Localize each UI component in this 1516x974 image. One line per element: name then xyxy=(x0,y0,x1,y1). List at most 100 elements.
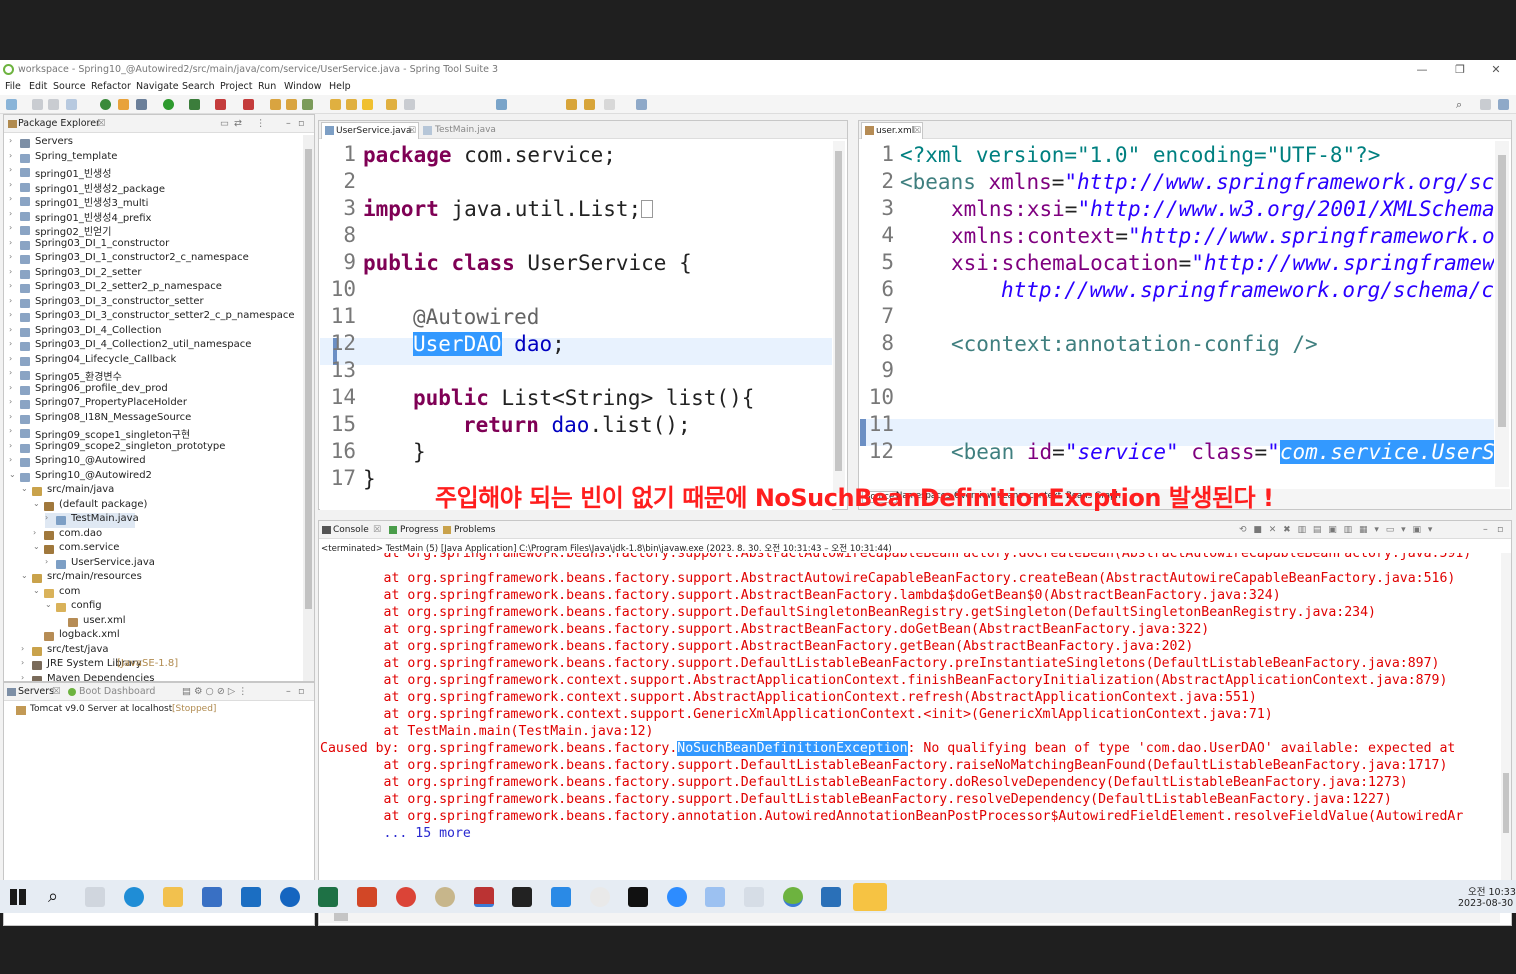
tab-userxml[interactable]: user.xml ☒ xyxy=(861,122,923,139)
xml-code-area[interactable]: 1 2 3 4 5 6 7 8 9 10 11 12 <?xml version="1.0" enco… xyxy=(860,140,1494,485)
debug-icon[interactable] xyxy=(136,99,147,110)
toggle-breadcrumb-icon[interactable] xyxy=(496,99,507,110)
expand-arrow-icon[interactable]: › xyxy=(9,397,12,406)
tree-item[interactable]: › TestMain.java xyxy=(45,513,139,528)
new-server-icon[interactable] xyxy=(270,99,281,110)
file-explorer-icon[interactable] xyxy=(163,887,183,907)
close-icon[interactable]: ✕ xyxy=(1480,60,1512,79)
menu-refactor[interactable]: Refactor xyxy=(91,79,131,95)
open-resource-icon[interactable] xyxy=(346,99,357,110)
excel-icon[interactable] xyxy=(318,887,338,907)
servers-toolbar-icons[interactable]: ▤ ⚙ ○ ⊘ ▷ ⋮ xyxy=(182,683,248,701)
gem-icon[interactable] xyxy=(705,887,725,907)
spring-boot-icon[interactable] xyxy=(100,99,111,110)
back-icon[interactable] xyxy=(566,99,577,110)
pin-editor-icon[interactable] xyxy=(636,99,647,110)
forward-icon[interactable] xyxy=(604,99,615,110)
expand-arrow-icon[interactable]: › xyxy=(9,455,12,464)
console-close-icon[interactable]: ☒ xyxy=(373,521,381,539)
console-toolbar-icons[interactable]: ⟲ ■ ✕ ✖ ▥ ▤ ▣ ▥ ▦ ▾ ▭ ▾ ▣ ▾ xyxy=(1239,521,1434,539)
menu-source[interactable]: Source xyxy=(53,79,86,95)
tab-close-icon[interactable]: ☒ xyxy=(408,122,416,140)
expand-arrow-icon[interactable]: › xyxy=(9,136,12,145)
open-folder-icon[interactable] xyxy=(330,99,341,110)
menu-file[interactable]: File xyxy=(5,79,21,95)
tab-userservice[interactable]: UserService.java ☒ xyxy=(321,122,419,139)
package-explorer-tab[interactable]: Package Explorer ☒ ▭ ⇄ ⋮ – ▫ xyxy=(4,115,314,133)
slack-icon[interactable] xyxy=(590,887,610,907)
expand-arrow-icon[interactable]: › xyxy=(45,513,48,522)
chrome-icon[interactable] xyxy=(396,887,416,907)
expand-arrow-icon[interactable]: ⌄ xyxy=(45,600,52,609)
kakaotalk-icon[interactable] xyxy=(853,883,887,911)
servers-tab[interactable]: Servers xyxy=(18,683,54,701)
task-view-icon[interactable] xyxy=(85,887,105,907)
expand-arrow-icon[interactable]: › xyxy=(9,209,12,218)
boot-dashboard-tab[interactable]: Boot Dashboard xyxy=(79,683,155,701)
annotation-icon[interactable] xyxy=(404,99,415,110)
console-output[interactable]: at org.springframework.beans.factory.sup… xyxy=(320,553,1500,907)
expand-arrow-icon[interactable]: › xyxy=(9,238,12,247)
zoom-icon[interactable] xyxy=(667,887,687,907)
maximize-view-icon[interactable]: ▫ xyxy=(298,115,304,133)
restore-icon[interactable]: ❐ xyxy=(1444,60,1476,79)
menu-edit[interactable]: Edit xyxy=(29,79,47,95)
console-scroll-thumb[interactable] xyxy=(1503,773,1509,833)
problems-tab[interactable]: Problems xyxy=(454,521,495,539)
expand-arrow-icon[interactable]: › xyxy=(9,194,12,203)
app-icon[interactable] xyxy=(280,887,300,907)
back-dropdown-icon[interactable] xyxy=(584,99,595,110)
minimize-icon[interactable]: — xyxy=(1406,60,1438,79)
expand-arrow-icon[interactable]: › xyxy=(45,557,48,566)
expand-arrow-icon[interactable]: › xyxy=(9,383,12,392)
expand-arrow-icon[interactable]: ⌄ xyxy=(9,470,16,479)
close-view-icon[interactable]: ☒ xyxy=(97,115,106,133)
expand-arrow-icon[interactable]: › xyxy=(21,673,24,682)
java-editor-scrollbar[interactable] xyxy=(833,141,845,493)
menu-window[interactable]: Window xyxy=(284,79,321,95)
expand-arrow-icon[interactable]: ⌄ xyxy=(33,586,40,595)
tool-icon[interactable] xyxy=(435,887,455,907)
collapse-all-icon[interactable]: ▭ xyxy=(220,115,229,133)
search-icon[interactable]: ⌕ xyxy=(48,886,58,907)
menu-project[interactable]: Project xyxy=(220,79,253,95)
tab-testmain[interactable]: TestMain.java xyxy=(435,121,496,139)
save-icon[interactable] xyxy=(32,99,43,110)
java-perspective-icon[interactable] xyxy=(1498,99,1509,110)
start-icon[interactable] xyxy=(10,889,26,905)
save-all-icon[interactable] xyxy=(48,99,59,110)
console-hscroll-thumb[interactable] xyxy=(334,912,348,921)
menu-run[interactable]: Run xyxy=(258,79,276,95)
expand-arrow-icon[interactable]: › xyxy=(9,151,12,160)
expand-arrow-icon[interactable]: › xyxy=(9,180,12,189)
console-tab[interactable]: Console xyxy=(333,521,369,539)
search-toolbar-icon[interactable] xyxy=(362,99,373,110)
open-perspective-icon[interactable] xyxy=(1480,99,1491,110)
sticky-icon[interactable] xyxy=(512,887,532,907)
open-task-icon[interactable] xyxy=(386,99,397,110)
stop-icon[interactable] xyxy=(243,99,254,110)
chat-icon[interactable] xyxy=(744,887,764,907)
powerpoint-icon[interactable] xyxy=(357,887,377,907)
menu-navigate[interactable]: Navigate xyxy=(136,79,179,95)
expand-arrow-icon[interactable]: › xyxy=(9,223,12,232)
link-editor-icon[interactable]: ⇄ xyxy=(234,115,242,133)
coverage-icon[interactable] xyxy=(189,99,200,110)
edge-icon[interactable] xyxy=(124,887,144,907)
expand-arrow-icon[interactable]: › xyxy=(9,310,12,319)
sts-taskbar-icon[interactable] xyxy=(783,887,803,907)
progress-tab[interactable]: Progress xyxy=(400,521,438,539)
java-code-area[interactable]: 1 2 3 8 9 10 11 12 13 14 15 16 17 package com.servic… xyxy=(320,140,832,510)
xml-editor-scrollbar[interactable] xyxy=(1495,141,1509,487)
expand-arrow-icon[interactable]: › xyxy=(9,281,12,290)
expand-arrow-icon[interactable]: › xyxy=(9,252,12,261)
expand-arrow-icon[interactable]: › xyxy=(21,658,24,667)
external-tools-icon[interactable] xyxy=(215,99,226,110)
expand-arrow-icon[interactable]: › xyxy=(9,368,12,377)
terminal-icon[interactable] xyxy=(628,887,648,907)
expand-arrow-icon[interactable]: › xyxy=(9,296,12,305)
open-type-icon[interactable] xyxy=(286,99,297,110)
minimize-view-icon[interactable]: – xyxy=(286,115,291,133)
expand-arrow-icon[interactable]: ⌄ xyxy=(33,499,40,508)
run-icon[interactable] xyxy=(163,99,174,110)
